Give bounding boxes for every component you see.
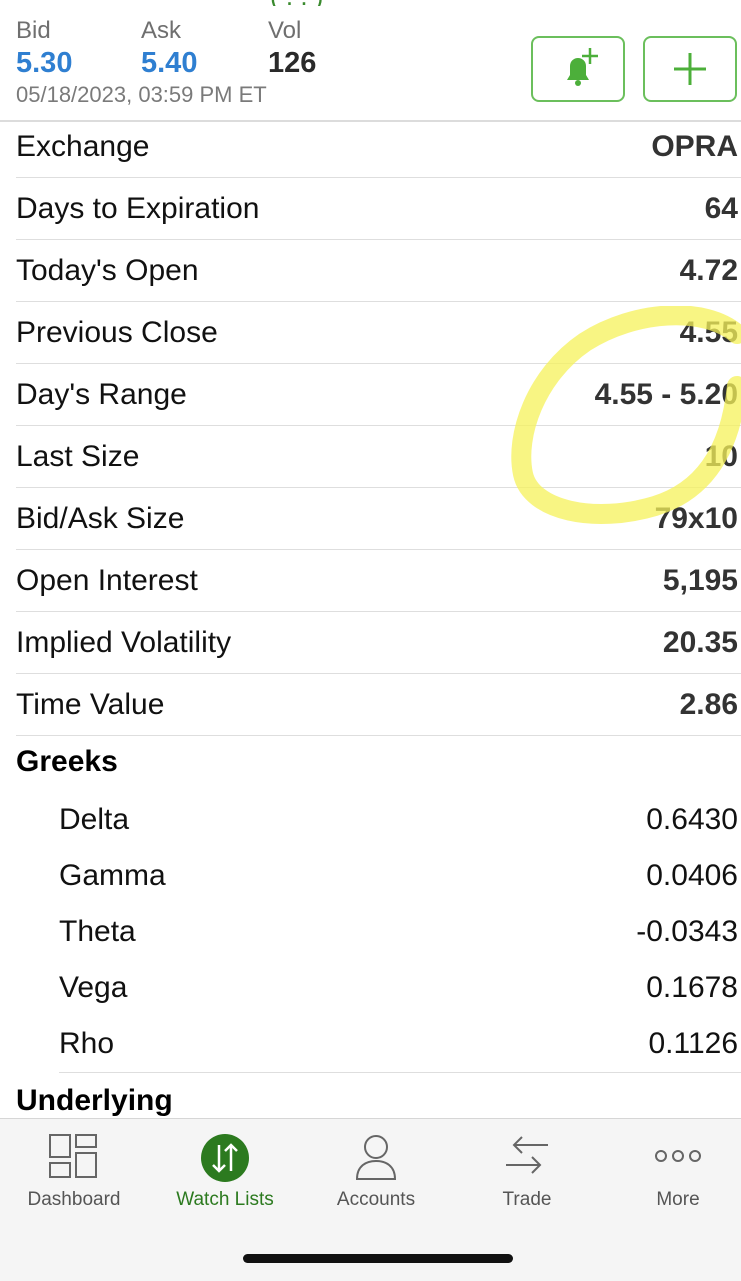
tab-label: Dashboard (27, 1189, 121, 1210)
greek-label: Vega (59, 971, 128, 1004)
detail-label: Day's Range (16, 378, 187, 411)
tab-accounts[interactable]: Accounts (302, 1119, 450, 1229)
ask-value: 5.40 (141, 47, 198, 79)
detail-label: Open Interest (16, 564, 198, 597)
detail-value: OPRA (651, 130, 738, 163)
clipped-change-text: ( . . ) (270, 0, 380, 6)
detail-label: Today's Open (16, 254, 199, 287)
quote-header: Bid 5.30 Ask 5.40 Vol 126 05/18/2023, 03… (16, 14, 741, 122)
greek-row-theta: Theta -0.0343 (0, 904, 741, 960)
vol-value: 126 (268, 47, 317, 79)
detail-row-exchange: Exchange OPRA (0, 116, 741, 178)
greeks-list: Delta 0.6430 Gamma 0.0406 Theta -0.0343 … (0, 792, 741, 1072)
plus-icon (674, 53, 706, 85)
add-to-watchlist-button[interactable] (643, 36, 737, 102)
greek-label: Theta (59, 915, 136, 948)
detail-row-bid-ask-size: Bid/Ask Size 79x10 (0, 488, 741, 550)
row-divider (16, 735, 741, 736)
detail-label: Time Value (16, 688, 165, 721)
detail-value: 10 (704, 440, 738, 473)
greek-value: 0.1126 (648, 1027, 738, 1060)
greeks-section-title: Greeks (16, 745, 118, 778)
detail-value: 5,195 (662, 564, 738, 597)
detail-row-last-size: Last Size 10 (0, 426, 741, 488)
bid-block: Bid 5.30 (16, 18, 72, 80)
detail-value: 79x10 (654, 502, 738, 535)
ask-label: Ask (141, 17, 182, 44)
detail-value: 4.72 (679, 254, 738, 287)
tab-label: Watch Lists (176, 1189, 274, 1210)
greek-row-vega: Vega 0.1678 (0, 960, 741, 1016)
tab-watch-lists[interactable]: Watch Lists (151, 1119, 299, 1229)
watch-lists-icon (201, 1134, 249, 1182)
greeks-divider (59, 1072, 741, 1073)
greek-label: Rho (59, 1027, 115, 1060)
underlying-section-title: Underlying (16, 1084, 173, 1117)
detail-label: Exchange (16, 130, 150, 163)
greek-value: 0.1678 (646, 971, 738, 1004)
greek-value: -0.0343 (636, 915, 738, 948)
detail-row-todays-open: Today's Open 4.72 (0, 240, 741, 302)
add-alert-button[interactable] (531, 36, 625, 102)
home-indicator (243, 1254, 513, 1263)
more-icon (655, 1150, 701, 1162)
bell-plus-icon (567, 48, 598, 86)
tab-more[interactable]: More (604, 1119, 741, 1229)
detail-row-days-range: Day's Range 4.55 - 5.20 (0, 364, 741, 426)
greek-row-rho: Rho 0.1126 (0, 1016, 741, 1072)
greek-row-gamma: Gamma 0.0406 (0, 848, 741, 904)
trade-icon (506, 1136, 548, 1174)
tab-label: Accounts (336, 1189, 416, 1210)
detail-label: Bid/Ask Size (16, 502, 185, 535)
detail-value: 64 (704, 192, 738, 225)
greek-row-delta: Delta 0.6430 (0, 792, 741, 848)
detail-value: 20.35 (662, 626, 738, 659)
detail-value: 4.55 - 5.20 (594, 378, 738, 411)
detail-label: Last Size (16, 440, 140, 473)
detail-row-time-value: Time Value 2.86 (0, 674, 741, 736)
tab-dashboard[interactable]: Dashboard (0, 1119, 148, 1229)
tab-trade[interactable]: Trade (453, 1119, 601, 1229)
tab-label: More (656, 1189, 700, 1210)
greek-value: 0.0406 (646, 859, 738, 892)
detail-value: 2.86 (679, 688, 738, 721)
accounts-icon (355, 1135, 397, 1180)
dashboard-icon (49, 1134, 97, 1178)
detail-label: Implied Volatility (16, 626, 232, 659)
bid-label: Bid (16, 17, 51, 44)
detail-label: Days to Expiration (16, 192, 260, 225)
quote-timestamp: 05/18/2023, 03:59 PM ET (16, 82, 267, 107)
vol-label: Vol (268, 17, 302, 44)
detail-row-previous-close: Previous Close 4.55 (0, 302, 741, 364)
greek-label: Delta (59, 803, 130, 836)
detail-row-implied-volatility: Implied Volatility 20.35 (0, 612, 741, 674)
tab-label: Trade (502, 1189, 552, 1210)
detail-label: Previous Close (16, 316, 218, 349)
vol-block: Vol 126 (268, 18, 316, 80)
bid-value: 5.30 (16, 47, 73, 79)
greek-label: Gamma (59, 859, 166, 892)
detail-row-days-to-expiration: Days to Expiration 64 (0, 178, 741, 240)
detail-value: 4.55 (679, 316, 738, 349)
ask-block: Ask 5.40 (141, 18, 197, 80)
details-list: Exchange OPRA Days to Expiration 64 Toda… (0, 116, 741, 736)
detail-row-open-interest: Open Interest 5,195 (0, 550, 741, 612)
greek-value: 0.6430 (646, 803, 738, 836)
